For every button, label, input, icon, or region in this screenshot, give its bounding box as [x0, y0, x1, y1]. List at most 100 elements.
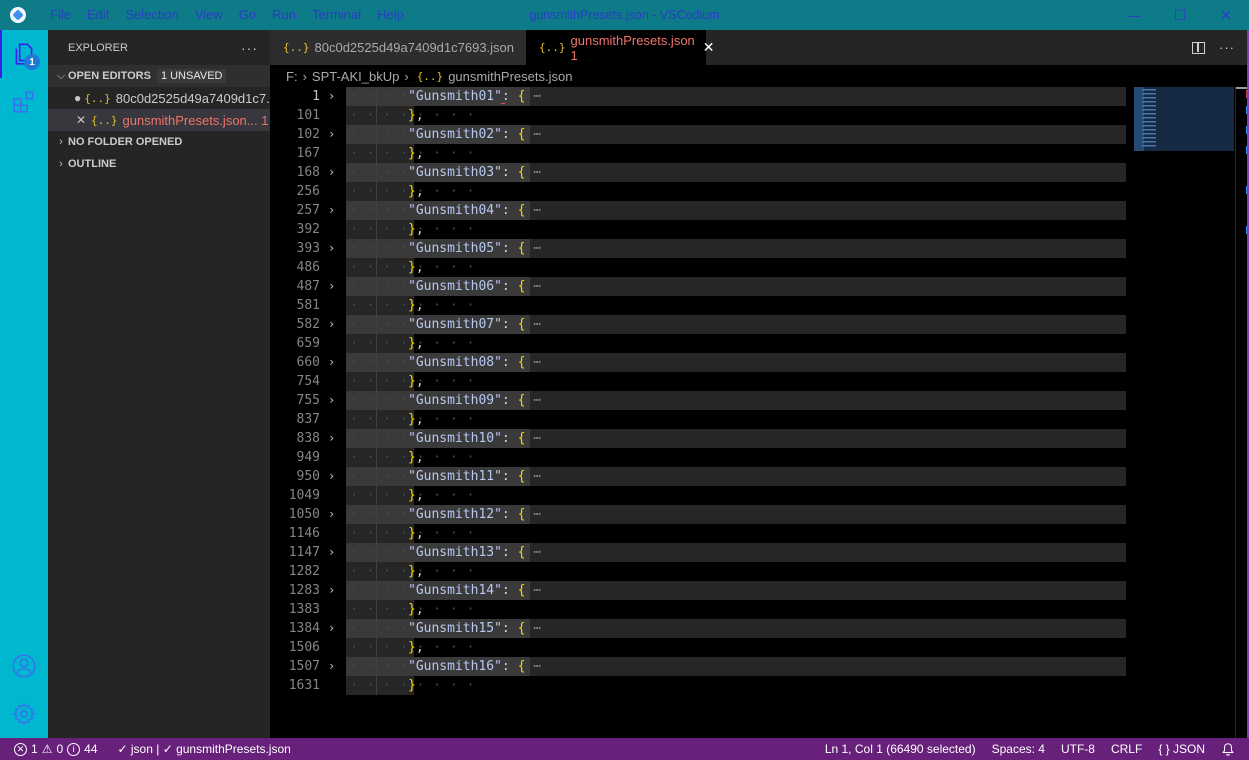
minimize-button[interactable]: —: [1111, 0, 1157, 30]
code-line[interactable]: 949 · · · · · · · ·},: [270, 448, 1249, 467]
fold-chevron-icon[interactable]: ›: [328, 87, 335, 106]
code-line[interactable]: 581 · · · · · · · ·},: [270, 296, 1249, 315]
fold-chevron-icon[interactable]: ›: [328, 239, 335, 258]
folded-ellipsis[interactable]: ⋯: [525, 469, 541, 484]
fold-chevron-icon[interactable]: ›: [328, 429, 335, 448]
menu-go[interactable]: Go: [231, 0, 264, 30]
tab-gunsmithpresets[interactable]: {..} gunsmithPresets.json 1 ✕: [526, 30, 715, 65]
fold-chevron-icon[interactable]: ›: [328, 125, 335, 144]
folded-ellipsis[interactable]: ⋯: [525, 203, 541, 218]
problems-status[interactable]: ✕ 1 ⚠ 0 i 44 ✓ json | ✓ gunsmithPresets.…: [0, 742, 291, 756]
code-line[interactable]: 101 · · · · · · · ·},: [270, 106, 1249, 125]
split-editor-icon[interactable]: [1192, 41, 1205, 54]
code-line[interactable]: 1383 · · · · · · · ·},: [270, 600, 1249, 619]
fold-chevron-icon[interactable]: ›: [328, 467, 335, 486]
folded-ellipsis[interactable]: ⋯: [525, 621, 541, 636]
code-line[interactable]: 1050 › · · · · · · · · "Gunsmith12": { ⋯: [270, 505, 1249, 524]
code-editor[interactable]: 1 › · · · · · · · · "Gunsmith01": { ⋯ 101 · ·…: [270, 87, 1249, 695]
code-line[interactable]: 1283 › · · · · · · · · "Gunsmith14": { ⋯: [270, 581, 1249, 600]
folded-ellipsis[interactable]: ⋯: [525, 659, 541, 674]
activity-accounts[interactable]: [0, 642, 48, 690]
code-line[interactable]: 755 › · · · · · · · · "Gunsmith09": { ⋯: [270, 391, 1249, 410]
cursor-position[interactable]: Ln 1, Col 1 (66490 selected): [825, 742, 976, 756]
code-line[interactable]: 950 › · · · · · · · · "Gunsmith11": { ⋯: [270, 467, 1249, 486]
code-line[interactable]: 168 › · · · · · · · · "Gunsmith03": { ⋯: [270, 163, 1249, 182]
folded-ellipsis[interactable]: ⋯: [525, 317, 541, 332]
language-mode[interactable]: { } JSON: [1158, 742, 1205, 756]
menu-file[interactable]: File: [42, 0, 79, 30]
close-tab-icon[interactable]: ✕: [703, 39, 715, 56]
code-line[interactable]: 393 › · · · · · · · · "Gunsmith05": { ⋯: [270, 239, 1249, 258]
folded-ellipsis[interactable]: ⋯: [525, 507, 541, 522]
eol-status[interactable]: CRLF: [1111, 742, 1142, 756]
menu-run[interactable]: Run: [264, 0, 304, 30]
code-line[interactable]: 1631 · · · · · · · ·}: [270, 676, 1249, 695]
minimap[interactable]: [1134, 87, 1234, 151]
maximize-button[interactable]: ☐: [1157, 0, 1203, 30]
code-line[interactable]: 582 › · · · · · · · · "Gunsmith07": { ⋯: [270, 315, 1249, 334]
code-line[interactable]: 837 · · · · · · · ·},: [270, 410, 1249, 429]
menu-selection[interactable]: Selection: [117, 0, 186, 30]
code-line[interactable]: 659 · · · · · · · ·},: [270, 334, 1249, 353]
open-editor-item[interactable]: ● {..} 80c0d2525d49a7409d1c7...: [48, 87, 270, 109]
code-line[interactable]: 1282 · · · · · · · ·},: [270, 562, 1249, 581]
breadcrumb-folder[interactable]: SPT-AKI_bkUp: [312, 69, 399, 84]
folded-ellipsis[interactable]: ⋯: [525, 127, 541, 142]
more-actions-icon[interactable]: ···: [241, 40, 258, 56]
code-line[interactable]: 167 · · · · · · · ·},: [270, 144, 1249, 163]
folded-ellipsis[interactable]: ⋯: [525, 241, 541, 256]
code-line[interactable]: 838 › · · · · · · · · "Gunsmith10": { ⋯: [270, 429, 1249, 448]
outline-section[interactable]: › OUTLINE: [48, 153, 270, 175]
close-icon[interactable]: ✕: [74, 113, 88, 127]
code-line[interactable]: 1 › · · · · · · · · "Gunsmith01": { ⋯: [270, 87, 1249, 106]
close-window-button[interactable]: ✕: [1203, 0, 1249, 30]
fold-chevron-icon[interactable]: ›: [328, 353, 335, 372]
menu-view[interactable]: View: [187, 0, 231, 30]
fold-chevron-icon[interactable]: ›: [328, 505, 335, 524]
breadcrumb-drive[interactable]: F:: [286, 69, 298, 84]
fold-chevron-icon[interactable]: ›: [328, 201, 335, 220]
fold-chevron-icon[interactable]: ›: [328, 163, 335, 182]
code-line[interactable]: 102 › · · · · · · · · "Gunsmith02": { ⋯: [270, 125, 1249, 144]
tab-80c0d2525d49a7409d1c7693[interactable]: {..} 80c0d2525d49a7409d1c7693.json: [270, 30, 526, 65]
folded-ellipsis[interactable]: ⋯: [525, 89, 541, 104]
code-line[interactable]: 1507 › · · · · · · · · "Gunsmith16": { ⋯: [270, 657, 1249, 676]
code-line[interactable]: 486 · · · · · · · ·},: [270, 258, 1249, 277]
folded-ellipsis[interactable]: ⋯: [525, 355, 541, 370]
breadcrumb-file[interactable]: gunsmithPresets.json: [448, 69, 572, 84]
folded-ellipsis[interactable]: ⋯: [525, 583, 541, 598]
bell-icon[interactable]: [1221, 742, 1235, 756]
code-line[interactable]: 1384 › · · · · · · · · "Gunsmith15": { ⋯: [270, 619, 1249, 638]
activity-settings[interactable]: [0, 690, 48, 738]
folded-ellipsis[interactable]: ⋯: [525, 165, 541, 180]
fold-chevron-icon[interactable]: ›: [328, 657, 335, 676]
code-line[interactable]: 257 › · · · · · · · · "Gunsmith04": { ⋯: [270, 201, 1249, 220]
menu-edit[interactable]: Edit: [79, 0, 117, 30]
menu-terminal[interactable]: Terminal: [304, 0, 369, 30]
no-folder-section[interactable]: › NO FOLDER OPENED: [48, 131, 270, 153]
fold-chevron-icon[interactable]: ›: [328, 315, 335, 334]
fold-chevron-icon[interactable]: ›: [328, 391, 335, 410]
fold-chevron-icon[interactable]: ›: [328, 581, 335, 600]
menu-help[interactable]: Help: [369, 0, 412, 30]
activity-explorer[interactable]: 1: [0, 30, 48, 78]
code-line[interactable]: 392 · · · · · · · ·},: [270, 220, 1249, 239]
code-line[interactable]: 660 › · · · · · · · · "Gunsmith08": { ⋯: [270, 353, 1249, 372]
more-actions-icon[interactable]: ···: [1219, 40, 1235, 55]
indentation-status[interactable]: Spaces: 4: [992, 742, 1045, 756]
fold-chevron-icon[interactable]: ›: [328, 619, 335, 638]
encoding-status[interactable]: UTF-8: [1061, 742, 1095, 756]
code-line[interactable]: 1147 › · · · · · · · · "Gunsmith13": { ⋯: [270, 543, 1249, 562]
code-line[interactable]: 1506 · · · · · · · ·},: [270, 638, 1249, 657]
code-line[interactable]: 1146 · · · · · · · ·},: [270, 524, 1249, 543]
fold-chevron-icon[interactable]: ›: [328, 277, 335, 296]
code-line[interactable]: 487 › · · · · · · · · "Gunsmith06": { ⋯: [270, 277, 1249, 296]
code-line[interactable]: 754 · · · · · · · ·},: [270, 372, 1249, 391]
folded-ellipsis[interactable]: ⋯: [525, 431, 541, 446]
open-editors-section[interactable]: ⌵ OPEN EDITORS 1 UNSAVED: [48, 65, 270, 87]
open-editor-item[interactable]: ✕ {..} gunsmithPresets.json... 1: [48, 109, 270, 131]
code-line[interactable]: 256 · · · · · · · ·},: [270, 182, 1249, 201]
code-line[interactable]: 1049 · · · · · · · ·},: [270, 486, 1249, 505]
folded-ellipsis[interactable]: ⋯: [525, 545, 541, 560]
json-validation-status[interactable]: ✓ json | ✓ gunsmithPresets.json: [118, 742, 291, 756]
